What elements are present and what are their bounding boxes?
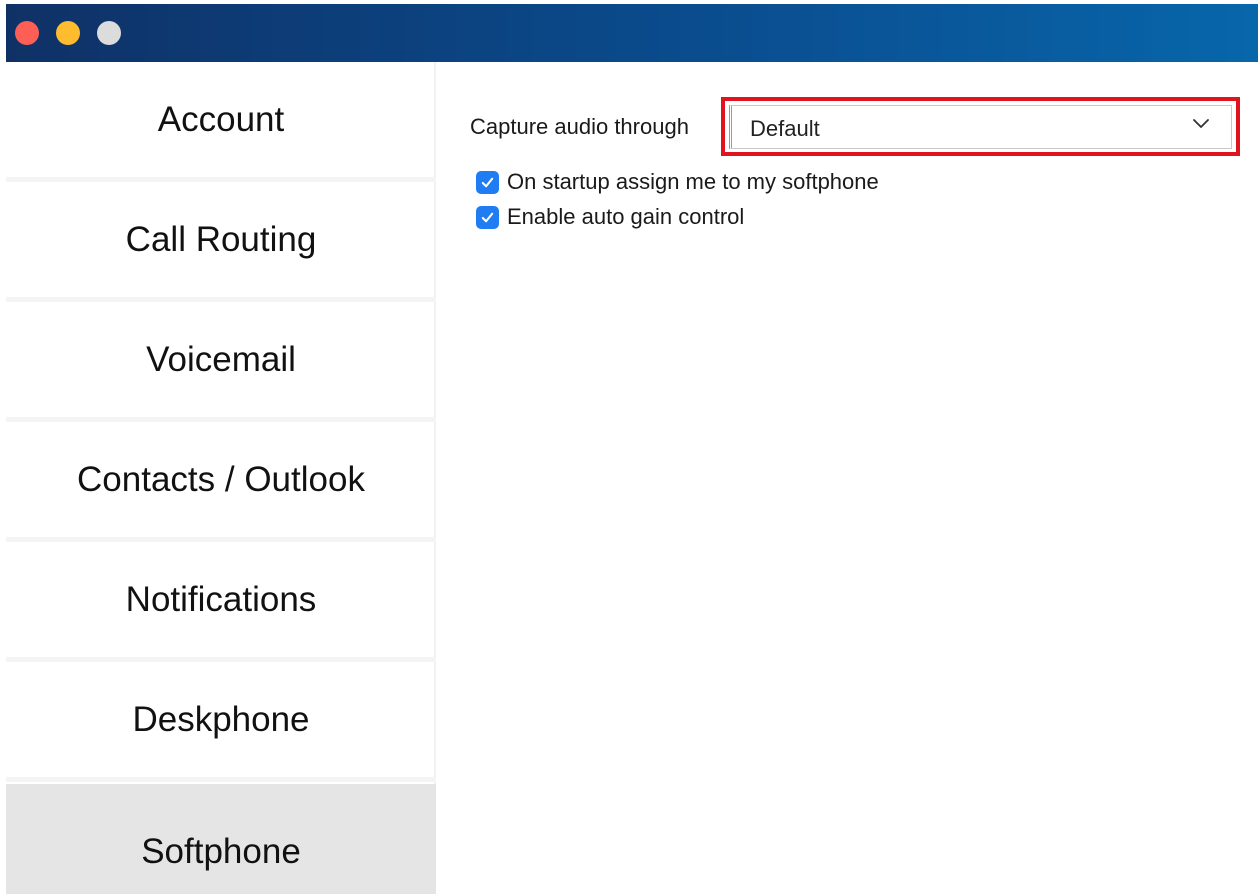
- capture-audio-select[interactable]: Default: [729, 105, 1232, 149]
- auto-gain-option[interactable]: Enable auto gain control: [476, 204, 744, 230]
- sidebar-item-label: Deskphone: [132, 699, 310, 739]
- checkmark-icon: [481, 177, 494, 187]
- sidebar-item-softphone[interactable]: Softphone: [6, 784, 436, 894]
- sidebar-item-label: Contacts / Outlook: [77, 459, 365, 499]
- title-bar: [6, 4, 1258, 62]
- sidebar-item-label: Notifications: [125, 579, 317, 619]
- zoom-button[interactable]: [97, 21, 121, 45]
- sidebar-item-label: Call Routing: [125, 219, 317, 259]
- chevron-down-icon: [1193, 119, 1209, 128]
- minimize-button[interactable]: [56, 21, 80, 45]
- sidebar-item-label: Softphone: [141, 832, 301, 871]
- startup-softphone-label: On startup assign me to my softphone: [507, 169, 879, 194]
- startup-softphone-option[interactable]: On startup assign me to my softphone: [476, 169, 879, 195]
- sidebar-item-call-routing[interactable]: Call Routing: [6, 182, 436, 302]
- sidebar-item-label: Account: [157, 99, 285, 139]
- sidebar-item-notifications[interactable]: Notifications: [6, 542, 436, 662]
- close-button[interactable]: [15, 21, 39, 45]
- auto-gain-checkbox[interactable]: [476, 205, 499, 229]
- preferences-window: Account Call Routing Voicemail Contacts …: [6, 4, 1258, 894]
- sidebar-item-label: Voicemail: [146, 339, 296, 379]
- settings-sidebar: Account Call Routing Voicemail Contacts …: [6, 62, 436, 894]
- sidebar-item-account[interactable]: Account: [6, 62, 436, 182]
- sidebar-item-deskphone[interactable]: Deskphone: [6, 662, 436, 782]
- capture-audio-value: Default: [750, 116, 820, 141]
- sidebar-item-voicemail[interactable]: Voicemail: [6, 302, 436, 422]
- checkmark-icon: [481, 212, 494, 222]
- softphone-settings-panel: Capture audio through Default On startup…: [438, 62, 1258, 894]
- sidebar-item-contacts-outlook[interactable]: Contacts / Outlook: [6, 422, 436, 542]
- auto-gain-label: Enable auto gain control: [507, 204, 745, 229]
- capture-audio-label: Capture audio through: [470, 114, 689, 139]
- startup-softphone-checkbox[interactable]: [476, 170, 499, 194]
